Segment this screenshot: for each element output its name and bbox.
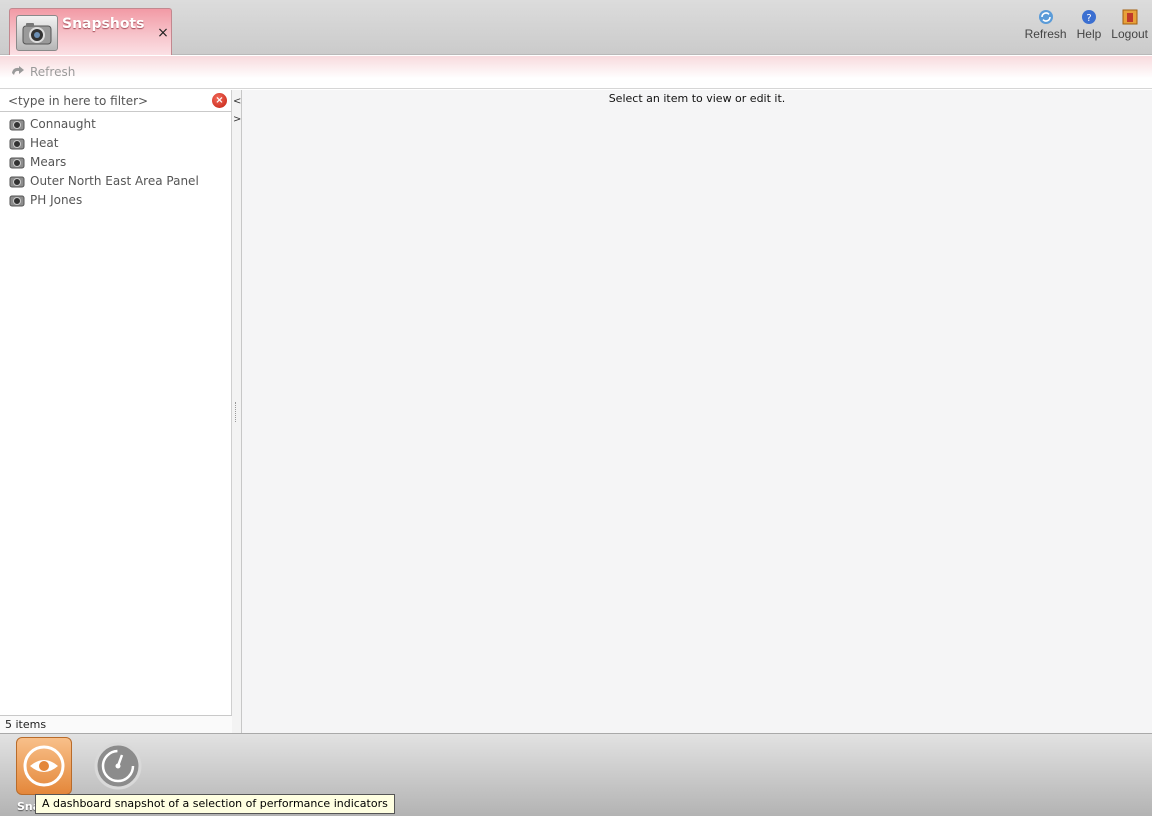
filter-bar: × <box>0 90 232 112</box>
help-icon: ? <box>1081 10 1096 24</box>
list-item-label: PH Jones <box>30 192 83 207</box>
toolbar-refresh-button[interactable]: Refresh <box>10 65 75 79</box>
help-label: Help <box>1076 27 1102 41</box>
list-item-label: Heat <box>30 135 59 150</box>
bottom-dock: Sna A dashboard snapshot of a selection … <box>0 733 1152 816</box>
toolbar-refresh-label: Refresh <box>30 65 76 79</box>
panel-splitter[interactable]: < > <box>232 90 242 733</box>
top-bar: Snapshots × Refresh ? Help Logout <box>0 0 1152 55</box>
splitter-grip[interactable] <box>235 402 238 422</box>
close-icon[interactable]: × <box>156 26 170 40</box>
tooltip: A dashboard snapshot of a selection of p… <box>35 794 395 814</box>
list-item-label: Mears <box>30 154 67 169</box>
list-item[interactable]: Connaught <box>0 114 232 133</box>
refresh-arrow-icon <box>12 66 24 75</box>
list-item[interactable]: Mears <box>0 152 232 171</box>
detail-pane: Select an item to view or edit it. <box>242 90 1152 733</box>
eye-icon <box>23 745 65 787</box>
collapse-arrow-icon[interactable]: < <box>233 96 241 108</box>
camera-icon <box>9 138 25 149</box>
svg-text:?: ? <box>1086 13 1091 24</box>
list-item-label: Connaught <box>30 116 96 131</box>
snapshot-list-panel: × Connaught Heat Mears Outer North East … <box>0 90 232 733</box>
refresh-icon <box>1038 10 1053 24</box>
snapshots-dock-button[interactable] <box>16 737 72 795</box>
tab-label: Snapshots <box>62 16 145 32</box>
list-item[interactable]: PH Jones <box>0 190 232 209</box>
logout-label: Logout <box>1111 27 1148 41</box>
camera-icon <box>9 119 25 130</box>
refresh-button[interactable]: Refresh <box>1023 9 1069 49</box>
logout-button[interactable]: Logout <box>1109 9 1150 49</box>
logout-icon <box>1122 9 1138 25</box>
camera-icon <box>9 195 25 206</box>
top-actions: Refresh ? Help Logout <box>1023 9 1150 49</box>
dashboard-dock-button[interactable] <box>90 737 146 795</box>
camera-icon <box>16 15 58 51</box>
snapshot-list: Connaught Heat Mears Outer North East Ar… <box>0 114 232 209</box>
gauge-icon <box>94 742 142 790</box>
tab-snapshots[interactable]: Snapshots × <box>9 8 172 55</box>
help-button[interactable]: ? Help <box>1075 9 1104 49</box>
expand-arrow-icon[interactable]: > <box>233 114 241 126</box>
camera-icon <box>9 157 25 168</box>
refresh-label: Refresh <box>1024 27 1067 41</box>
filter-input[interactable] <box>0 90 210 112</box>
camera-icon <box>9 176 25 187</box>
toolbar: Refresh <box>0 56 1152 89</box>
list-item[interactable]: Outer North East Area Panel <box>0 171 232 190</box>
clear-filter-icon[interactable]: × <box>212 93 227 108</box>
list-item-label: Outer North East Area Panel <box>30 173 199 188</box>
item-count: 5 items <box>0 715 232 733</box>
empty-state-message: Select an item to view or edit it. <box>608 92 786 105</box>
list-item[interactable]: Heat <box>0 133 232 152</box>
